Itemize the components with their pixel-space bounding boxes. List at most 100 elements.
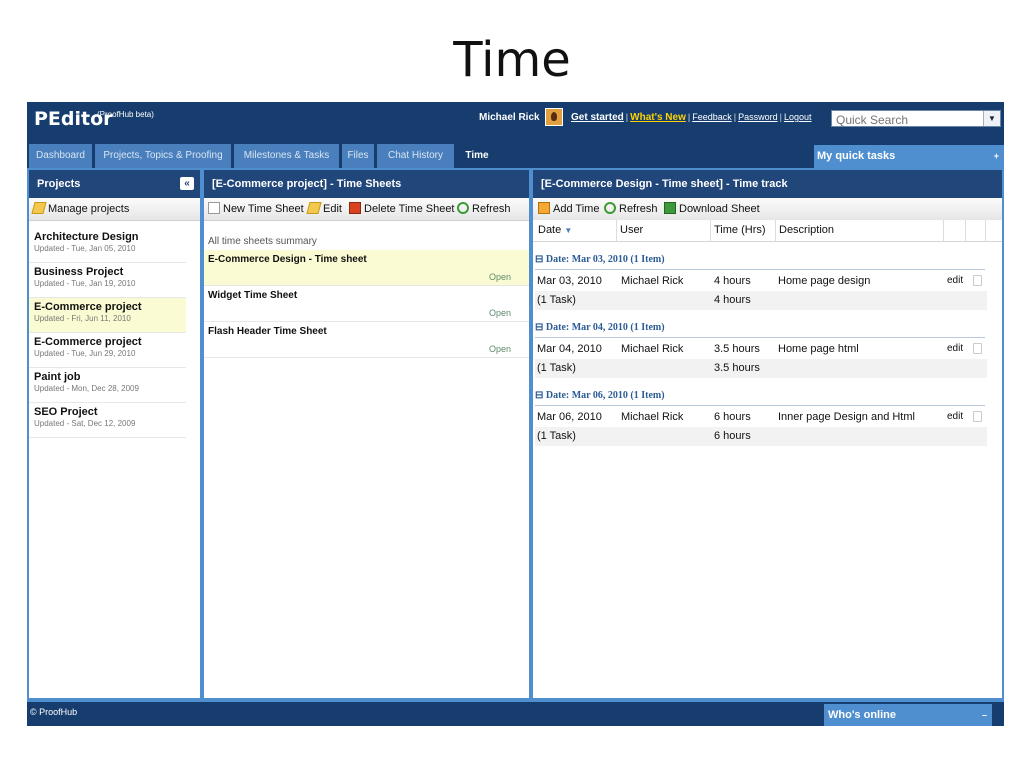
project-updated: Updated - Mon, Dec 28, 2009 bbox=[34, 384, 139, 393]
column-description[interactable]: Description bbox=[776, 220, 944, 241]
delete-time-sheet-button[interactable]: Delete Time Sheet bbox=[349, 202, 455, 216]
excel-icon bbox=[664, 202, 676, 214]
whos-online-bar[interactable]: Who's online – bbox=[824, 704, 992, 726]
date-group-header[interactable]: ⊟ Date: Mar 04, 2010 (1 Item) bbox=[535, 318, 985, 338]
timesheets-summary-label[interactable]: All time sheets summary bbox=[208, 236, 317, 247]
group-total-time: 4 hours bbox=[714, 294, 751, 306]
column-delete bbox=[966, 220, 986, 241]
timetrack-panel-title: [E-Commerce Design - Time sheet] - Time … bbox=[541, 178, 788, 190]
feedback-link[interactable]: Feedback bbox=[692, 112, 732, 122]
new-time-sheet-label: New Time Sheet bbox=[223, 203, 304, 215]
tab-files[interactable]: Files bbox=[342, 144, 374, 168]
row-date: Mar 06, 2010 bbox=[537, 411, 602, 423]
project-name: E-Commerce project bbox=[34, 301, 142, 313]
column-date[interactable]: Date ▼ bbox=[535, 220, 617, 241]
chevron-down-icon[interactable]: ▼ bbox=[983, 111, 1000, 126]
row-user: Michael Rick bbox=[621, 411, 684, 423]
date-group-header[interactable]: ⊟ Date: Mar 06, 2010 (1 Item) bbox=[535, 386, 985, 406]
manage-projects-button[interactable]: Manage projects bbox=[31, 202, 130, 216]
manage-projects-label: Manage projects bbox=[48, 203, 130, 215]
project-updated: Updated - Tue, Jun 29, 2010 bbox=[34, 349, 136, 358]
add-time-button[interactable]: Add Time bbox=[538, 202, 599, 216]
timesheet-name: Widget Time Sheet bbox=[208, 290, 298, 301]
tab-chat-history[interactable]: Chat History bbox=[377, 144, 454, 168]
edit-link[interactable]: edit bbox=[947, 272, 963, 290]
top-bar: PEditor (ProofHub beta) Michael Rick Get… bbox=[27, 102, 1004, 142]
projects-panel-header: Projects « bbox=[29, 170, 200, 198]
collapse-icon[interactable]: « bbox=[180, 177, 194, 190]
row-description: Inner page Design and Html bbox=[778, 411, 915, 423]
whats-new-link[interactable]: What's New bbox=[630, 112, 686, 123]
refresh-label: Refresh bbox=[472, 203, 511, 215]
edit-button[interactable]: Edit bbox=[306, 202, 342, 216]
timetrack-panel: [E-Commerce Design - Time sheet] - Time … bbox=[533, 170, 1002, 698]
collapse-group-icon: ⊟ bbox=[535, 390, 544, 401]
tab-milestones[interactable]: Milestones & Tasks bbox=[234, 144, 339, 168]
tab-dashboard[interactable]: Dashboard bbox=[29, 144, 92, 168]
trash-icon[interactable] bbox=[973, 343, 982, 354]
group-task-count: (1 Task) bbox=[537, 430, 576, 442]
main-tabs: Dashboard Projects, Topics & Proofing Mi… bbox=[27, 142, 1004, 168]
timesheet-status: Open bbox=[488, 344, 511, 354]
refresh-button[interactable]: Refresh bbox=[457, 202, 511, 216]
trash-icon[interactable] bbox=[973, 411, 982, 422]
tab-time[interactable]: Time bbox=[457, 144, 497, 168]
logout-link[interactable]: Logout bbox=[784, 112, 812, 122]
date-group-label: Date: Mar 04, 2010 (1 Item) bbox=[545, 322, 665, 333]
project-item[interactable]: E-Commerce project Updated - Tue, Jun 29… bbox=[29, 333, 186, 368]
project-item[interactable]: SEO Project Updated - Sat, Dec 12, 2009 bbox=[29, 403, 186, 438]
delete-time-sheet-label: Delete Time Sheet bbox=[364, 203, 455, 215]
avatar[interactable] bbox=[545, 108, 563, 126]
edit-link[interactable]: edit bbox=[947, 408, 963, 426]
tab-projects[interactable]: Projects, Topics & Proofing bbox=[95, 144, 231, 168]
column-time[interactable]: Time (Hrs) bbox=[711, 220, 776, 241]
refresh-icon bbox=[604, 202, 616, 214]
project-item[interactable]: Architecture Design Updated - Tue, Jan 0… bbox=[29, 228, 186, 263]
group-task-count: (1 Task) bbox=[537, 294, 576, 306]
row-user: Michael Rick bbox=[621, 343, 684, 355]
group-total-time: 6 hours bbox=[714, 430, 751, 442]
add-icon bbox=[538, 202, 550, 214]
row-time: 3.5 hours bbox=[714, 343, 760, 355]
projects-panel: Projects « Manage projects Architecture … bbox=[29, 170, 200, 698]
logo-subtitle: (ProofHub beta) bbox=[97, 110, 154, 119]
get-started-link[interactable]: Get started bbox=[571, 112, 624, 123]
project-item[interactable]: Paint job Updated - Mon, Dec 28, 2009 bbox=[29, 368, 186, 403]
column-user[interactable]: User bbox=[617, 220, 711, 241]
project-name: SEO Project bbox=[34, 406, 98, 418]
table-row[interactable]: Mar 06, 2010 Michael Rick 6 hours Inner … bbox=[537, 408, 985, 426]
trash-icon[interactable] bbox=[973, 275, 982, 286]
timesheet-item[interactable]: Flash Header Time Sheet Open bbox=[204, 322, 529, 358]
row-user: Michael Rick bbox=[621, 275, 684, 287]
edit-link[interactable]: edit bbox=[947, 340, 963, 358]
date-group-header[interactable]: ⊟ Date: Mar 03, 2010 (1 Item) bbox=[535, 250, 985, 270]
password-link[interactable]: Password bbox=[738, 112, 778, 122]
quick-search-input[interactable] bbox=[832, 112, 986, 128]
download-sheet-button[interactable]: Download Sheet bbox=[664, 202, 760, 216]
timesheet-name: E-Commerce Design - Time sheet bbox=[208, 254, 367, 265]
timesheet-name: Flash Header Time Sheet bbox=[208, 326, 327, 337]
refresh-button[interactable]: Refresh bbox=[604, 202, 658, 216]
new-time-sheet-button[interactable]: New Time Sheet bbox=[208, 202, 304, 216]
minimize-icon[interactable]: – bbox=[982, 704, 987, 726]
quick-search: ▼ bbox=[831, 110, 1001, 128]
quick-tasks-bar[interactable]: My quick tasks + bbox=[814, 145, 1004, 168]
project-item-selected[interactable]: E-Commerce project Updated - Fri, Jun 11… bbox=[29, 298, 186, 333]
table-row[interactable]: Mar 04, 2010 Michael Rick 3.5 hours Home… bbox=[537, 340, 985, 358]
pencil-icon bbox=[306, 202, 322, 214]
table-row[interactable]: Mar 03, 2010 Michael Rick 4 hours Home p… bbox=[537, 272, 985, 290]
refresh-label: Refresh bbox=[619, 203, 658, 215]
date-group-label: Date: Mar 03, 2010 (1 Item) bbox=[545, 254, 665, 265]
whos-online-label: Who's online bbox=[828, 709, 896, 721]
group-total-row: (1 Task) 4 hours bbox=[535, 291, 987, 310]
group-total-row: (1 Task) 3.5 hours bbox=[535, 359, 987, 378]
collapse-group-icon: ⊟ bbox=[535, 322, 544, 333]
project-item[interactable]: Business Project Updated - Tue, Jan 19, … bbox=[29, 263, 186, 298]
copyright: © ProofHub bbox=[30, 707, 78, 717]
timesheet-status: Open bbox=[488, 308, 511, 318]
project-updated: Updated - Tue, Jan 19, 2010 bbox=[34, 279, 136, 288]
timesheet-item[interactable]: Widget Time Sheet Open bbox=[204, 286, 529, 322]
project-updated: Updated - Fri, Jun 11, 2010 bbox=[34, 314, 131, 323]
timesheet-item-selected[interactable]: E-Commerce Design - Time sheet Open bbox=[204, 250, 529, 286]
plus-icon[interactable]: + bbox=[994, 145, 999, 168]
